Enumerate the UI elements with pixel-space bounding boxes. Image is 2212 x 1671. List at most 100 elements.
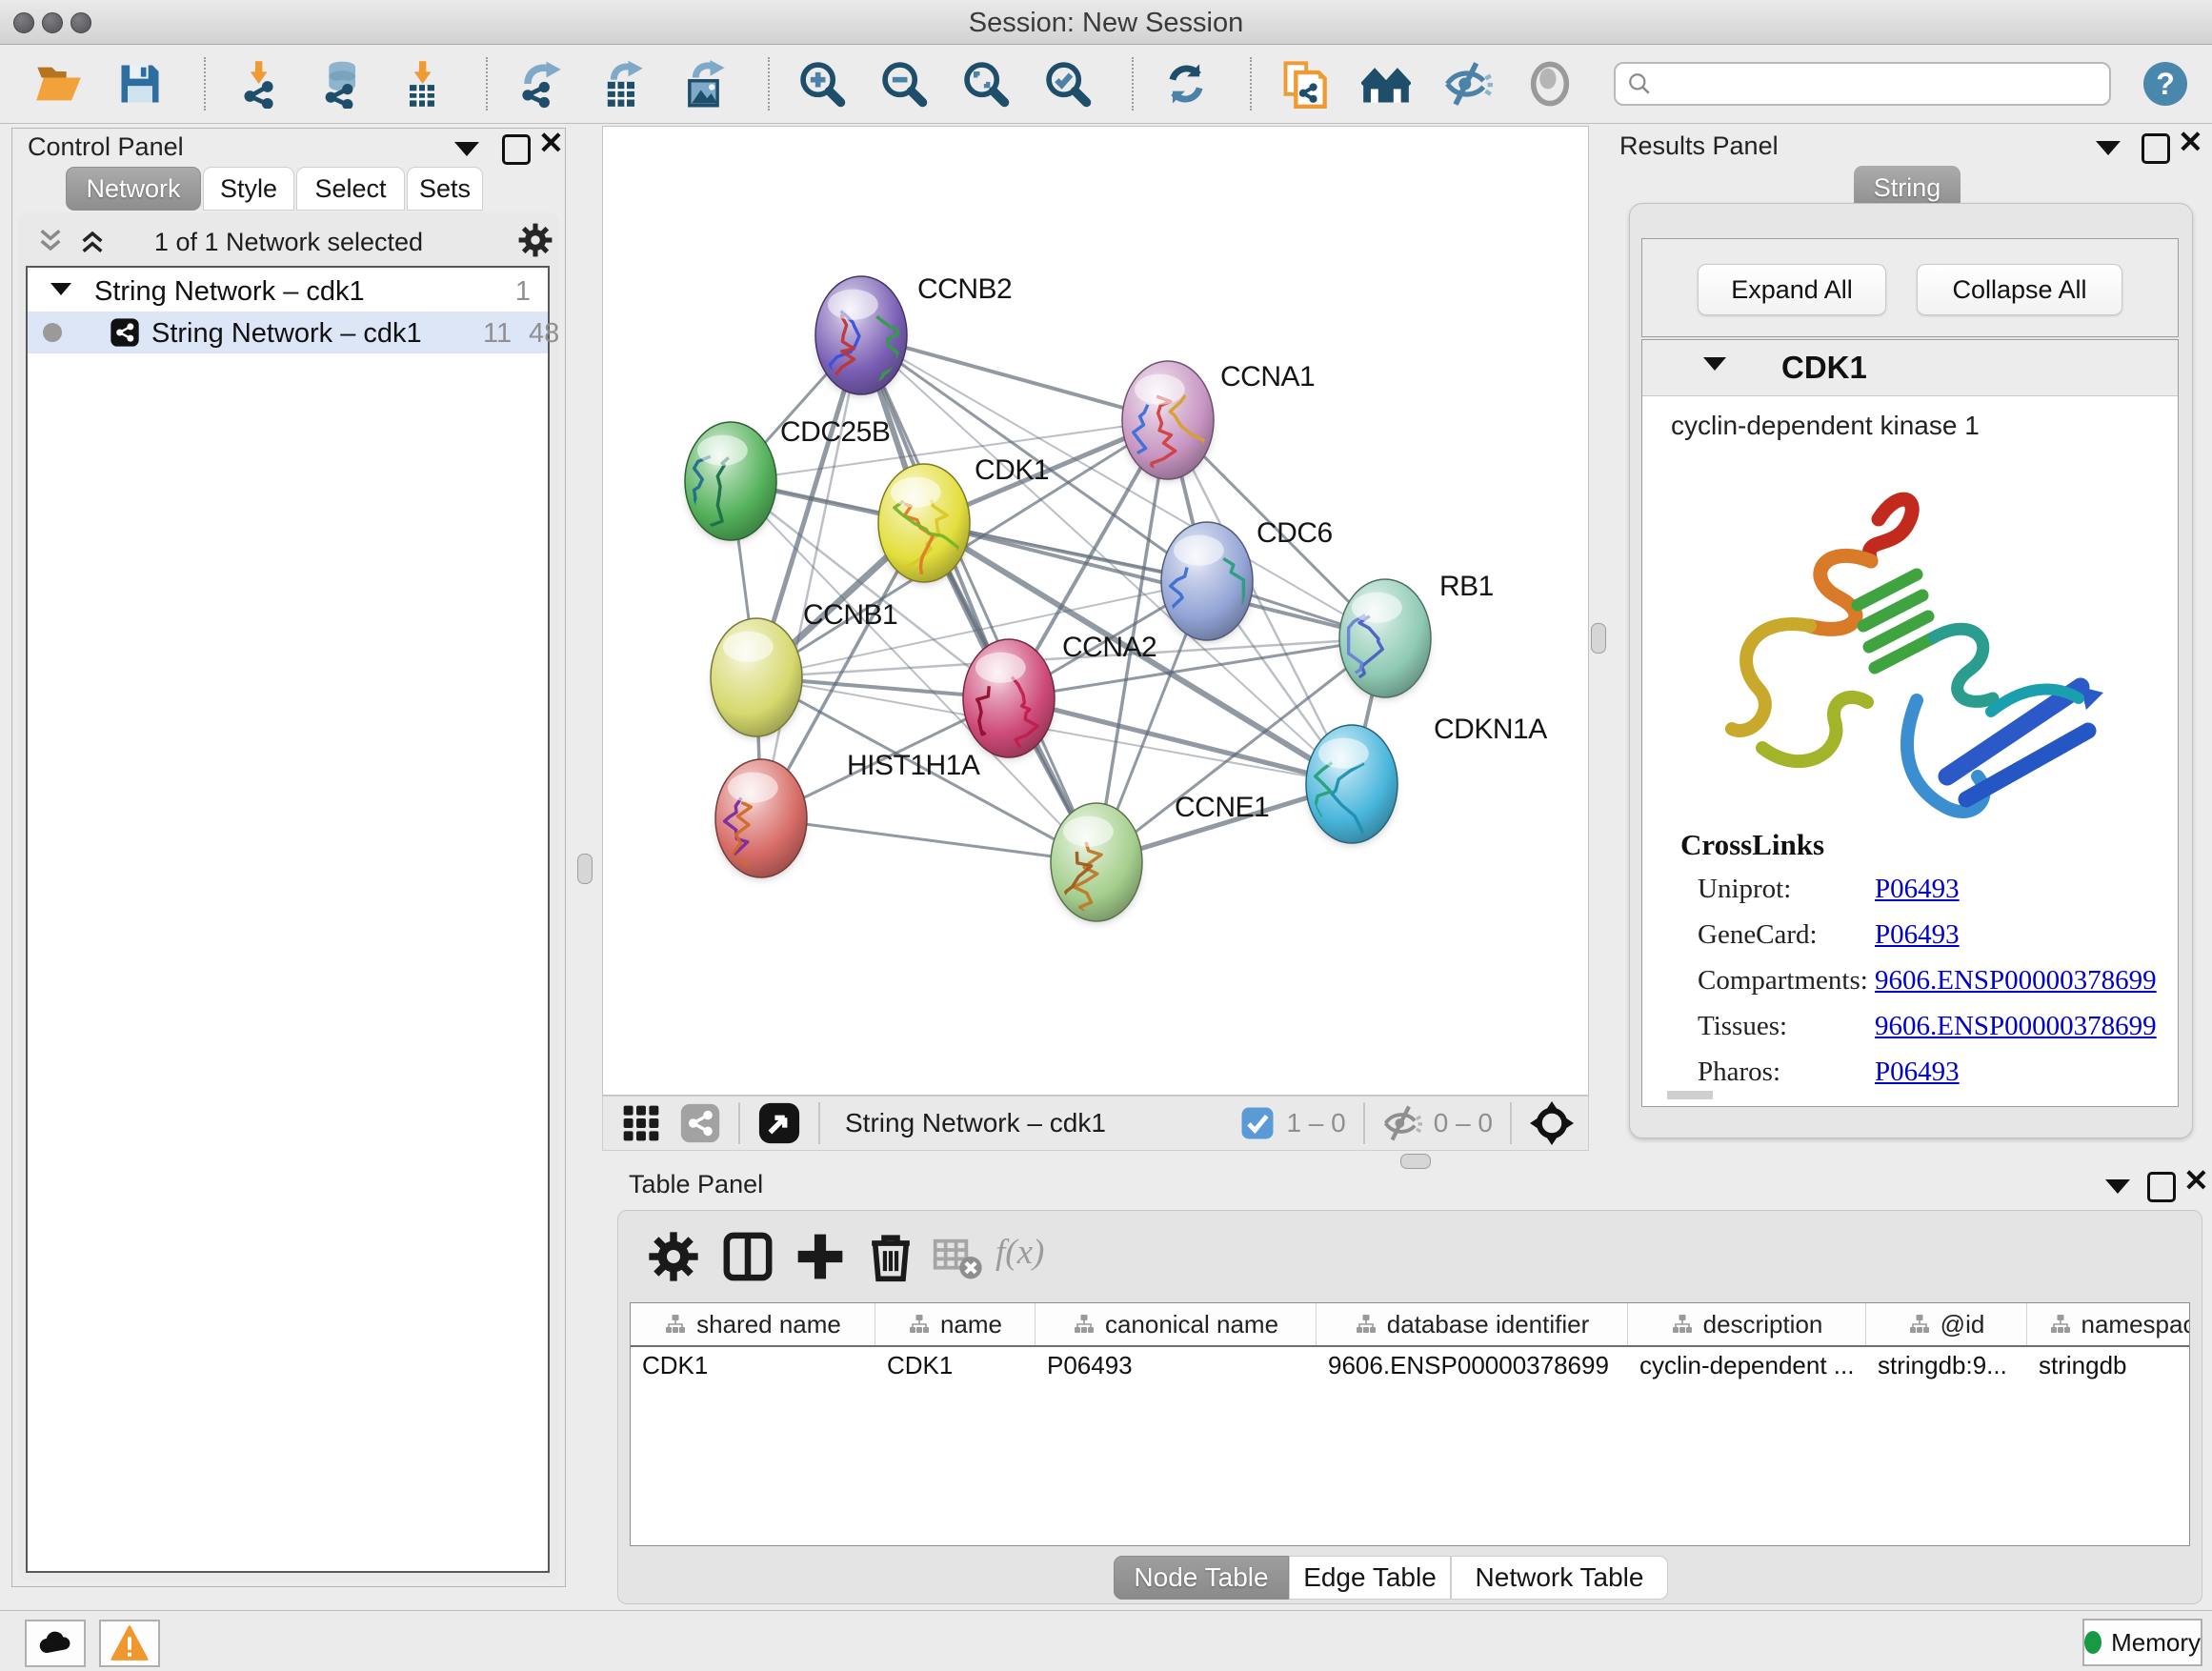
crosslink-link[interactable]: 9606.ENSP00000378699 bbox=[1875, 965, 2157, 997]
memory-button[interactable]: Memory bbox=[2082, 1619, 2202, 1666]
network-share-view-icon[interactable] bbox=[679, 1102, 721, 1144]
section-scrollbar[interactable] bbox=[1667, 1091, 1713, 1099]
network-node-CCNE1[interactable] bbox=[1051, 803, 1142, 945]
cloud-button[interactable] bbox=[25, 1620, 86, 1667]
crosslink-link[interactable]: P06493 bbox=[1875, 874, 1960, 905]
cell-4[interactable]: cyclin-dependent ... bbox=[1628, 1347, 1866, 1387]
network-canvas[interactable]: CCNB2CCNA1CDC25BCDK1CDC6RB1CCNB1CCNA2CDK… bbox=[602, 126, 1589, 1096]
network-node-CDC25B[interactable] bbox=[685, 422, 776, 540]
crosslinks-title: CrossLinks bbox=[1680, 828, 1824, 862]
hide-unhide-icon[interactable] bbox=[1442, 58, 1494, 110]
cell-5[interactable]: stringdb:9... bbox=[1866, 1347, 2027, 1387]
network-node-CDC6[interactable] bbox=[1161, 522, 1253, 647]
export-image-icon[interactable] bbox=[678, 58, 730, 110]
collection-expand-icon[interactable] bbox=[50, 283, 71, 295]
gene-collapse-icon[interactable] bbox=[1703, 357, 1726, 371]
results-panel-close-icon[interactable]: ✕ bbox=[2178, 130, 2203, 157]
tab-network[interactable]: Network bbox=[66, 167, 201, 211]
grid-view-icon[interactable] bbox=[620, 1102, 662, 1144]
control-panel-float-icon[interactable] bbox=[502, 134, 531, 165]
import-network-icon[interactable] bbox=[232, 58, 284, 110]
gene-description: cyclin-dependent kinase 1 bbox=[1671, 411, 1980, 441]
show-columns-icon[interactable] bbox=[721, 1230, 774, 1283]
selected-checkbox-icon[interactable] bbox=[1240, 1106, 1275, 1140]
column-type-icon bbox=[664, 1313, 687, 1336]
table-row[interactable]: CDK1CDK1P064939606.ENSP00000378699cyclin… bbox=[631, 1347, 2190, 1387]
cell-6[interactable]: stringdb bbox=[2027, 1347, 2190, 1387]
control-panel-menu-icon[interactable] bbox=[454, 142, 479, 156]
network-row-selected[interactable]: String Network – cdk1 11 48 bbox=[28, 312, 548, 353]
cell-0[interactable]: CDK1 bbox=[631, 1347, 875, 1387]
cell-3[interactable]: 9606.ENSP00000378699 bbox=[1317, 1347, 1628, 1387]
crosslink-link[interactable]: P06493 bbox=[1875, 1057, 1960, 1088]
hidden-eye-icon[interactable] bbox=[1382, 1103, 1422, 1143]
table-panel-menu-icon[interactable] bbox=[2105, 1179, 2130, 1194]
results-panel-float-icon[interactable] bbox=[2142, 133, 2170, 164]
right-splitter-grip[interactable] bbox=[1591, 623, 1606, 654]
home-neighbors-icon[interactable] bbox=[1360, 58, 1412, 110]
tab-node-table[interactable]: Node Table bbox=[1114, 1556, 1289, 1600]
network-collection-row[interactable]: String Network – cdk1 1 bbox=[28, 270, 548, 312]
node-table[interactable]: shared namenamecanonical namedatabase id… bbox=[630, 1302, 2190, 1546]
cell-2[interactable]: P06493 bbox=[1036, 1347, 1317, 1387]
network-view-title: String Network – cdk1 bbox=[845, 1108, 1106, 1138]
collapse-all-button[interactable]: Collapse All bbox=[1917, 264, 2122, 315]
warning-button[interactable] bbox=[99, 1620, 160, 1667]
network-node-CCNA2[interactable] bbox=[963, 639, 1055, 757]
string-import-icon[interactable] bbox=[1278, 58, 1330, 110]
control-panel-close-icon[interactable]: ✕ bbox=[538, 131, 564, 158]
tab-edge-table[interactable]: Edge Table bbox=[1289, 1556, 1451, 1600]
crosslink-link[interactable]: 9606.ENSP00000378699 bbox=[1875, 1011, 2157, 1042]
table-panel-float-icon[interactable] bbox=[2147, 1172, 2176, 1202]
net-toolbar-separator bbox=[1363, 1102, 1365, 1144]
crosslink-link[interactable]: P06493 bbox=[1875, 919, 1960, 951]
cell-1[interactable]: CDK1 bbox=[875, 1347, 1036, 1387]
network-node-HIST1H1A[interactable] bbox=[715, 759, 807, 877]
main-toolbar: ? bbox=[0, 45, 2212, 124]
zoom-out-icon[interactable] bbox=[878, 58, 930, 110]
open-session-icon[interactable] bbox=[32, 58, 84, 110]
column-header-shared-name[interactable]: shared name bbox=[631, 1303, 875, 1345]
left-splitter-grip[interactable] bbox=[577, 854, 593, 884]
tab-network-table[interactable]: Network Table bbox=[1451, 1556, 1668, 1600]
export-table-icon[interactable] bbox=[596, 58, 648, 110]
zoom-in-icon[interactable] bbox=[796, 58, 848, 110]
birds-eye-view-icon[interactable] bbox=[757, 1101, 801, 1145]
import-table-icon[interactable] bbox=[396, 58, 448, 110]
toolbar-separator bbox=[486, 57, 488, 111]
tab-sets[interactable]: Sets bbox=[407, 167, 483, 211]
tab-style[interactable]: Style bbox=[203, 167, 294, 211]
export-network-icon[interactable] bbox=[514, 58, 566, 110]
zoom-fit-icon[interactable] bbox=[960, 58, 1012, 110]
gene-section-header[interactable]: CDK1 bbox=[1642, 340, 2178, 396]
column-header-namespac[interactable]: namespac bbox=[2027, 1303, 2190, 1345]
fit-selection-crosshair-icon[interactable] bbox=[1529, 1100, 1575, 1146]
table-gear-icon[interactable] bbox=[647, 1230, 700, 1283]
gear-icon[interactable] bbox=[517, 222, 553, 258]
tab-select[interactable]: Select bbox=[296, 167, 405, 211]
search-input[interactable] bbox=[1614, 62, 2111, 106]
refresh-icon[interactable] bbox=[1160, 58, 1212, 110]
zoom-selected-icon[interactable] bbox=[1042, 58, 1094, 110]
column-header-name[interactable]: name bbox=[875, 1303, 1036, 1345]
import-network-from-database-icon[interactable] bbox=[314, 58, 366, 110]
save-session-icon[interactable] bbox=[114, 58, 166, 110]
column-header-database-identifier[interactable]: database identifier bbox=[1317, 1303, 1628, 1345]
delete-column-icon[interactable] bbox=[864, 1230, 917, 1283]
network-node-CDKN1A[interactable] bbox=[1306, 725, 1398, 850]
column-header-canonical-name[interactable]: canonical name bbox=[1036, 1303, 1317, 1345]
results-panel-menu-icon[interactable] bbox=[2096, 141, 2121, 155]
table-panel-close-icon[interactable]: ✕ bbox=[2183, 1168, 2209, 1196]
toolbar-separator bbox=[204, 57, 206, 111]
column-header-description[interactable]: description bbox=[1628, 1303, 1866, 1345]
gene-section: CDK1 cyclin-dependent kinase 1 bbox=[1641, 339, 2179, 1107]
crosslink-label: Uniprot: bbox=[1698, 874, 1791, 905]
column-header--id[interactable]: @id bbox=[1866, 1303, 2027, 1345]
network-node-CCNB2[interactable] bbox=[815, 276, 907, 405]
help-icon[interactable]: ? bbox=[2143, 62, 2187, 106]
add-column-icon[interactable] bbox=[794, 1230, 847, 1283]
network-node-CCNA1[interactable] bbox=[1122, 361, 1214, 479]
expand-all-button[interactable]: Expand All bbox=[1698, 264, 1886, 315]
network-node-CCNB1[interactable] bbox=[711, 618, 802, 736]
network-node-RB1[interactable] bbox=[1339, 579, 1431, 697]
